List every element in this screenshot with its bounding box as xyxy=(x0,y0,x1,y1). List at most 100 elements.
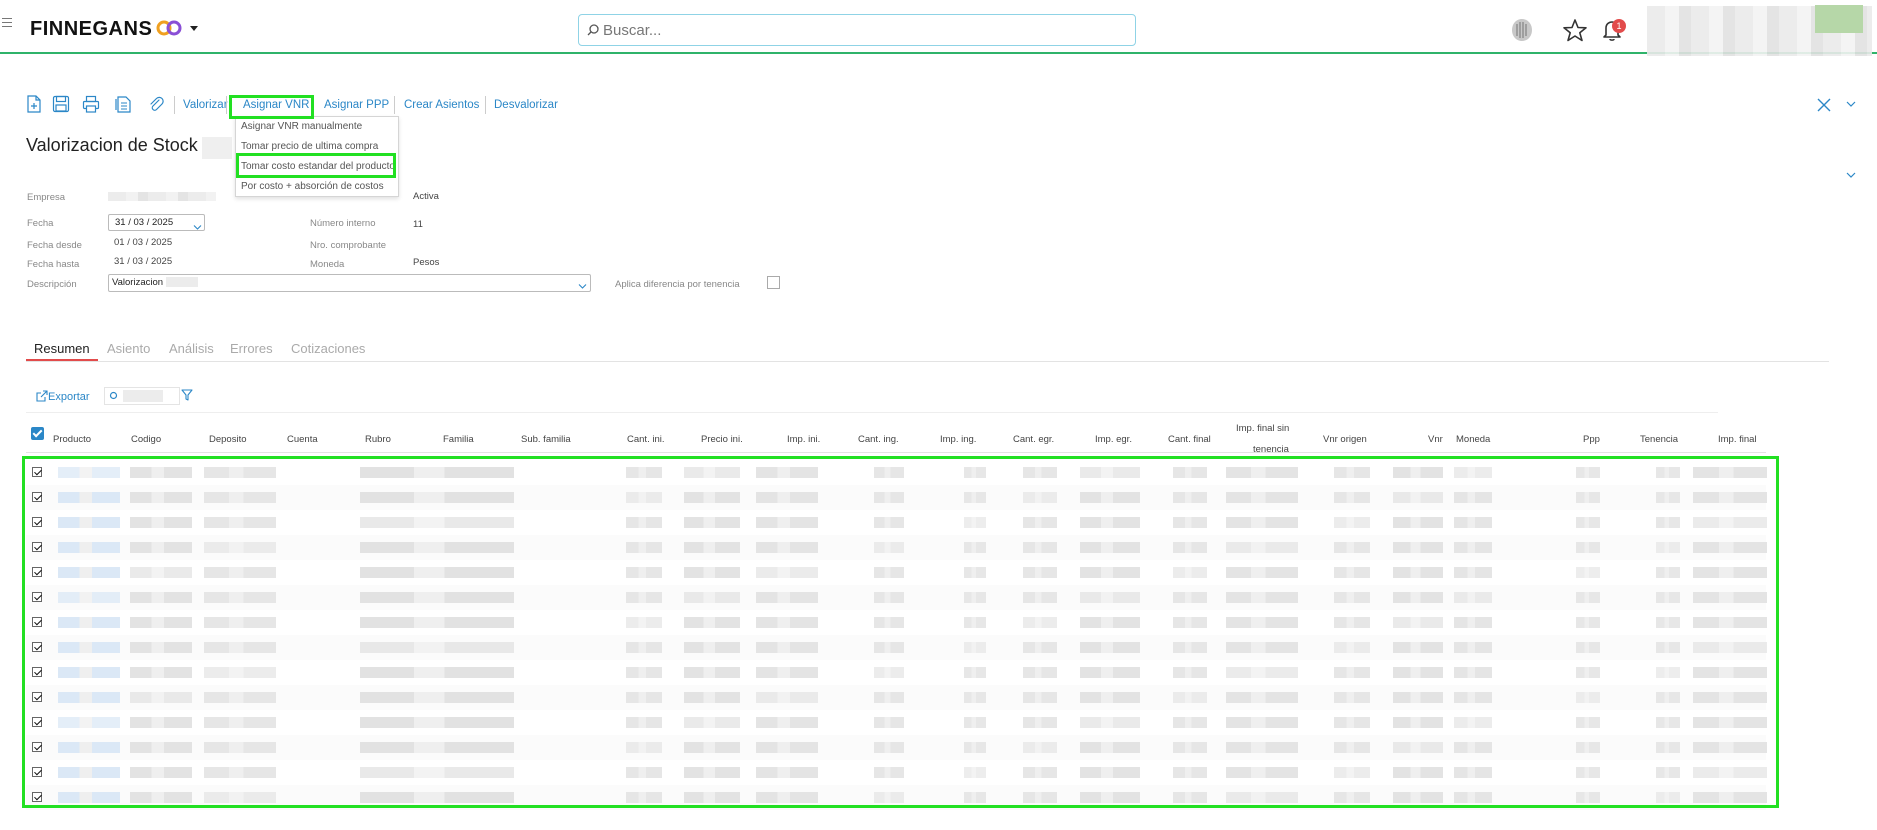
row-checkbox[interactable] xyxy=(32,542,42,552)
table-row[interactable] xyxy=(26,760,1767,785)
menu-item-tomar-costo-estandar[interactable]: Tomar costo estandar del producto xyxy=(241,161,395,172)
column-header-imp-final-sin-tenencia[interactable]: Imp. final sin xyxy=(1236,423,1289,434)
table-cell xyxy=(1173,467,1207,478)
table-row[interactable] xyxy=(26,710,1767,735)
row-checkbox[interactable] xyxy=(32,592,42,602)
column-header-precio-ini[interactable]: Precio ini. xyxy=(701,434,743,445)
attachment-icon[interactable] xyxy=(147,95,165,113)
row-checkbox[interactable] xyxy=(32,767,42,777)
apps-icon[interactable] xyxy=(1508,16,1536,44)
column-header-familia[interactable]: Familia xyxy=(443,434,474,445)
table-row[interactable] xyxy=(26,635,1767,660)
column-header-cuenta[interactable]: Cuenta xyxy=(287,434,318,445)
tab-cotizaciones[interactable]: Cotizaciones xyxy=(291,341,365,356)
table-cell xyxy=(1393,517,1443,528)
save-icon[interactable] xyxy=(52,95,70,113)
desvalorizar-button[interactable]: Desvalorizar xyxy=(494,99,558,111)
row-checkbox[interactable] xyxy=(32,492,42,502)
star-icon[interactable] xyxy=(1562,18,1588,42)
menu-item-asignar-vnr-manualmente[interactable]: Asignar VNR manualmente xyxy=(241,121,362,132)
chevron-down-icon[interactable] xyxy=(1846,100,1856,108)
search-box[interactable] xyxy=(578,14,1136,46)
close-icon[interactable] xyxy=(1815,96,1833,114)
row-checkbox[interactable] xyxy=(32,792,42,802)
avatar[interactable] xyxy=(1815,5,1863,33)
grid-search-input[interactable] xyxy=(104,387,180,405)
asignar-vnr-button[interactable]: Asignar VNR xyxy=(243,99,309,111)
aplica-diferencia-checkbox[interactable] xyxy=(767,276,780,289)
valorizar-button[interactable]: Valorizar xyxy=(183,99,228,111)
documents-icon[interactable] xyxy=(115,95,133,113)
row-checkbox[interactable] xyxy=(32,517,42,527)
column-header-cant-egr[interactable]: Cant. egr. xyxy=(1013,434,1054,445)
column-header-rubro[interactable]: Rubro xyxy=(365,434,391,445)
column-header-cant-ing[interactable]: Cant. ing. xyxy=(858,434,899,445)
column-header-imp-egr[interactable]: Imp. egr. xyxy=(1095,434,1132,445)
table-row[interactable] xyxy=(26,460,1767,485)
table-cell xyxy=(1173,742,1207,753)
crear-asientos-button[interactable]: Crear Asientos xyxy=(404,99,479,111)
menu-icon[interactable] xyxy=(2,18,12,30)
row-checkbox[interactable] xyxy=(32,642,42,652)
column-header-cant-final[interactable]: Cant. final xyxy=(1168,434,1211,445)
column-header-sub-familia[interactable]: Sub. familia xyxy=(521,434,571,445)
table-cell xyxy=(1023,642,1057,653)
row-checkbox[interactable] xyxy=(32,617,42,627)
table-row[interactable] xyxy=(26,585,1767,610)
table-row[interactable] xyxy=(26,535,1767,560)
table-row[interactable] xyxy=(26,685,1767,710)
table-cell xyxy=(1023,592,1057,603)
row-checkbox[interactable] xyxy=(32,467,42,477)
column-header-imp-ini[interactable]: Imp. ini. xyxy=(787,434,820,445)
table-cell xyxy=(1656,742,1680,753)
table-row[interactable] xyxy=(26,510,1767,535)
descripcion-input[interactable]: Valorizacion xyxy=(108,274,591,292)
calendar-dropdown-icon[interactable] xyxy=(193,224,202,231)
column-header-ppp[interactable]: Ppp xyxy=(1583,434,1600,445)
table-row[interactable] xyxy=(26,785,1767,810)
table-row[interactable] xyxy=(26,560,1767,585)
row-checkbox[interactable] xyxy=(32,567,42,577)
column-header-imp-final[interactable]: Imp. final xyxy=(1718,434,1757,445)
column-header-vnr-origen[interactable]: Vnr origen xyxy=(1323,434,1367,445)
select-all-checkbox[interactable] xyxy=(31,427,44,440)
column-header-codigo[interactable]: Codigo xyxy=(131,434,161,445)
chevron-down-icon[interactable] xyxy=(1846,171,1856,179)
table-row[interactable] xyxy=(26,485,1767,510)
table-cell xyxy=(1080,717,1140,728)
tab-errores[interactable]: Errores xyxy=(230,341,273,356)
table-row[interactable] xyxy=(26,735,1767,760)
row-checkbox[interactable] xyxy=(32,717,42,727)
column-header-moneda[interactable]: Moneda xyxy=(1456,434,1490,445)
column-header-imp-ing[interactable]: Imp. ing. xyxy=(940,434,976,445)
row-checkbox[interactable] xyxy=(32,692,42,702)
new-document-icon[interactable] xyxy=(26,95,42,113)
tab-resumen[interactable]: Resumen xyxy=(34,341,90,356)
brand-chevron-down-icon[interactable] xyxy=(190,26,198,31)
column-header-producto[interactable]: Producto xyxy=(53,434,91,445)
column-header-vnr[interactable]: Vnr xyxy=(1428,434,1443,445)
table-cell xyxy=(1334,742,1370,753)
tab-analisis[interactable]: Análisis xyxy=(169,341,214,356)
table-cell xyxy=(204,642,276,653)
menu-item-tomar-precio-ultima-compra[interactable]: Tomar precio de ultima compra xyxy=(241,141,378,152)
table-cell xyxy=(684,717,740,728)
table-row[interactable] xyxy=(26,660,1767,685)
export-button[interactable]: Exportar xyxy=(36,390,90,403)
print-icon[interactable] xyxy=(82,95,100,113)
fecha-input[interactable]: 31 / 03 / 2025 xyxy=(108,214,205,231)
table-row[interactable] xyxy=(26,610,1767,635)
search-input[interactable] xyxy=(603,19,1123,41)
chevron-down-icon[interactable] xyxy=(578,283,587,290)
asignar-ppp-button[interactable]: Asignar PPP xyxy=(324,99,389,111)
filter-icon[interactable] xyxy=(181,389,193,401)
row-checkbox[interactable] xyxy=(32,667,42,677)
column-header-deposito[interactable]: Deposito xyxy=(209,434,247,445)
column-header-tenencia[interactable]: Tenencia xyxy=(1640,434,1678,445)
table-cell xyxy=(1656,592,1680,603)
row-checkbox[interactable] xyxy=(32,742,42,752)
menu-item-costo-absorcion[interactable]: Por costo + absorción de costos xyxy=(241,181,384,192)
column-header-cant-ini[interactable]: Cant. ini. xyxy=(627,434,665,445)
tab-asiento[interactable]: Asiento xyxy=(107,341,150,356)
table-cell xyxy=(684,542,740,553)
